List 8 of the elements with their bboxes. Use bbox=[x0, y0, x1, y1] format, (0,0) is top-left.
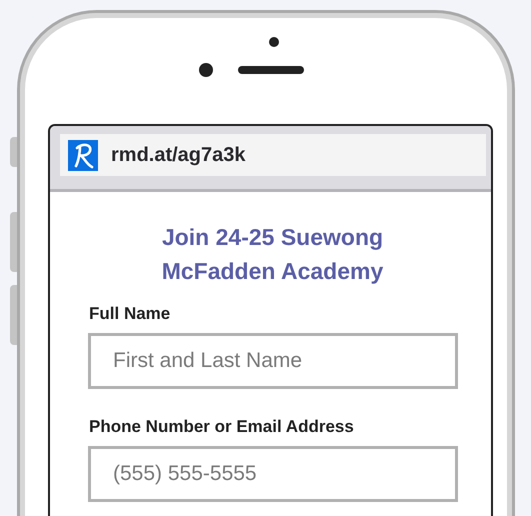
url-text: rmd.at/ag7a3k bbox=[111, 144, 246, 166]
field-label: Phone Number or Email Address bbox=[89, 417, 355, 437]
address-bar[interactable]: rmd.at/ag7a3k bbox=[60, 134, 486, 176]
logo-icon bbox=[68, 140, 98, 170]
input-field[interactable]: (555) 555-5555 bbox=[88, 446, 458, 502]
form-title: Join 24-25 Suewong McFadden Academy bbox=[160, 223, 384, 286]
field-label: Full Name bbox=[89, 304, 172, 324]
input-field[interactable]: First and Last Name bbox=[88, 333, 458, 389]
